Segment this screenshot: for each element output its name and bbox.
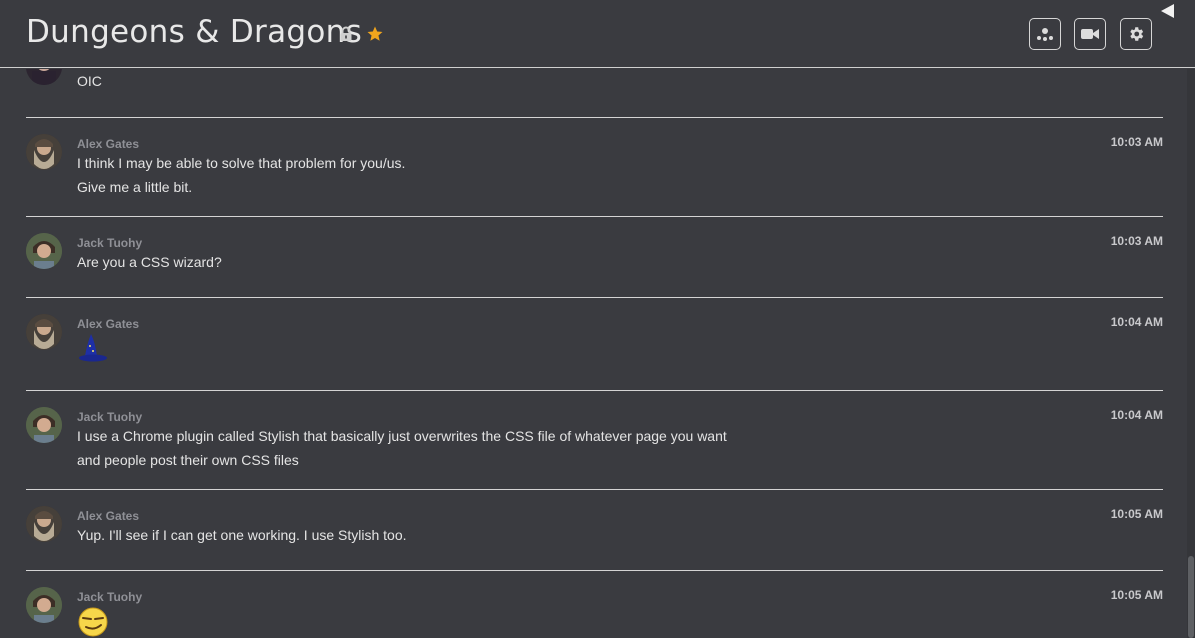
room-header: Dungeons & Dragons — [0, 0, 1195, 68]
message-text: Give me a little bit. — [77, 179, 193, 195]
message-timestamp: 10:04 AM — [1110, 315, 1163, 329]
message-divider — [26, 117, 1163, 118]
message-author: Jack Tuohy — [77, 236, 143, 250]
feed-scrollbar[interactable] — [1187, 69, 1195, 638]
message-text: Yup. I'll see if I can get one working. … — [77, 527, 407, 543]
message-author: Alex Gates — [77, 137, 140, 151]
message-timestamp: 10:03 AM — [1110, 135, 1163, 149]
message-timestamp: 10:05 AM — [1110, 588, 1163, 602]
message-item: Alex Gates 10:05 AM Yup. I'll see if I c… — [26, 506, 1163, 566]
settings-button[interactable] — [1120, 18, 1152, 50]
video-icon — [1081, 29, 1099, 39]
message-text: and people post their own CSS files — [77, 452, 299, 468]
message-feed: OIC Alex Gates 10:03 AM I think I may be… — [0, 69, 1187, 638]
message-item: Alex Gates 10:04 AM — [26, 314, 1163, 394]
smirk-face-emoji — [78, 607, 108, 637]
video-call-button[interactable] — [1074, 18, 1106, 50]
message-item: OIC — [26, 69, 1163, 117]
avatar — [26, 314, 62, 350]
message-divider — [26, 489, 1163, 490]
message-text: OIC — [77, 73, 102, 89]
message-author: Alex Gates — [77, 509, 140, 523]
message-item: Jack Tuohy 10:05 AM — [26, 587, 1163, 638]
room-title: Dungeons & Dragons — [26, 14, 363, 50]
avatar — [26, 134, 62, 170]
avatar — [26, 233, 62, 269]
message-timestamp: 10:03 AM — [1110, 234, 1163, 248]
collapse-panel-icon[interactable] — [1161, 4, 1175, 18]
lock-icon — [340, 26, 352, 41]
message-divider — [26, 390, 1163, 391]
message-item: Jack Tuohy 10:03 AM Are you a CSS wizard… — [26, 233, 1163, 293]
message-timestamp: 10:04 AM — [1110, 408, 1163, 422]
message-item: Jack Tuohy 10:04 AM I use a Chrome plugi… — [26, 407, 1163, 487]
message-text: Are you a CSS wizard? — [77, 254, 222, 270]
message-text: I think I may be able to solve that prob… — [77, 155, 406, 171]
people-icon — [1037, 28, 1053, 41]
message-author: Alex Gates — [77, 317, 140, 331]
message-author: Jack Tuohy — [77, 590, 143, 604]
message-author: Jack Tuohy — [77, 410, 143, 424]
message-divider — [26, 297, 1163, 298]
message-item: Alex Gates 10:03 AM I think I may be abl… — [26, 134, 1163, 214]
message-timestamp: 10:05 AM — [1110, 507, 1163, 521]
message-divider — [26, 570, 1163, 571]
gear-icon — [1130, 27, 1144, 41]
scrollbar-thumb[interactable] — [1188, 556, 1194, 638]
avatar — [26, 69, 62, 85]
avatar — [26, 407, 62, 443]
wizard-hat-emoji — [79, 334, 107, 362]
avatar — [26, 506, 62, 542]
avatar — [26, 587, 62, 623]
members-button[interactable] — [1029, 18, 1061, 50]
message-divider — [26, 216, 1163, 217]
message-text: I use a Chrome plugin called Stylish tha… — [77, 428, 727, 444]
star-icon[interactable] — [366, 25, 384, 43]
